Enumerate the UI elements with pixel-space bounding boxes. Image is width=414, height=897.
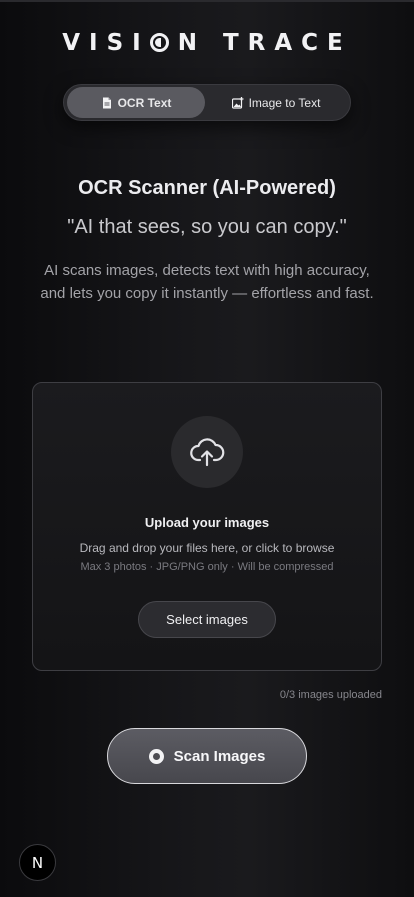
image-plus-icon <box>231 96 244 109</box>
cloud-upload-icon <box>190 438 225 467</box>
upload-title: Upload your images <box>144 515 270 530</box>
eye-ring-icon <box>149 33 169 52</box>
upload-instructions: Drag and drop your files here, or click … <box>79 541 335 555</box>
tab-image-to-text-label: Image to Text <box>248 95 321 110</box>
upload-limits: Max 3 photos · JPG/PNG only · Will be co… <box>80 561 334 573</box>
document-icon <box>102 97 111 108</box>
mode-tabs: OCR Text Image to Text <box>63 84 351 121</box>
app-screen: VISI N TRACE OCR Text Image to Text OCR S… <box>0 0 414 897</box>
brand-logo: VISI N TRACE <box>0 30 414 56</box>
logo-text-start: VISI <box>62 30 150 56</box>
scan-icon <box>148 748 164 764</box>
upload-icon-circle <box>171 416 243 488</box>
scan-images-label: Scan Images <box>173 747 266 765</box>
upload-dropzone[interactable]: Upload your images Drag and drop your fi… <box>32 382 382 671</box>
upload-count: 0/3 images uploaded <box>279 689 382 701</box>
tagline: "AI that sees, so you can copy." <box>67 216 347 238</box>
tab-ocr-text-label: OCR Text <box>117 95 172 110</box>
logo-text-end: N TRACE <box>177 30 352 56</box>
scan-images-button[interactable]: Scan Images <box>107 728 307 784</box>
select-images-button[interactable]: Select images <box>138 601 276 638</box>
page-title: OCR Scanner (AI-Powered) <box>78 177 336 199</box>
description: AI scans images, detects text with high … <box>40 262 374 302</box>
dev-badge[interactable]: N <box>19 844 56 881</box>
tab-ocr-text[interactable]: OCR Text <box>67 87 205 118</box>
tab-image-to-text[interactable]: Image to Text <box>205 87 347 118</box>
